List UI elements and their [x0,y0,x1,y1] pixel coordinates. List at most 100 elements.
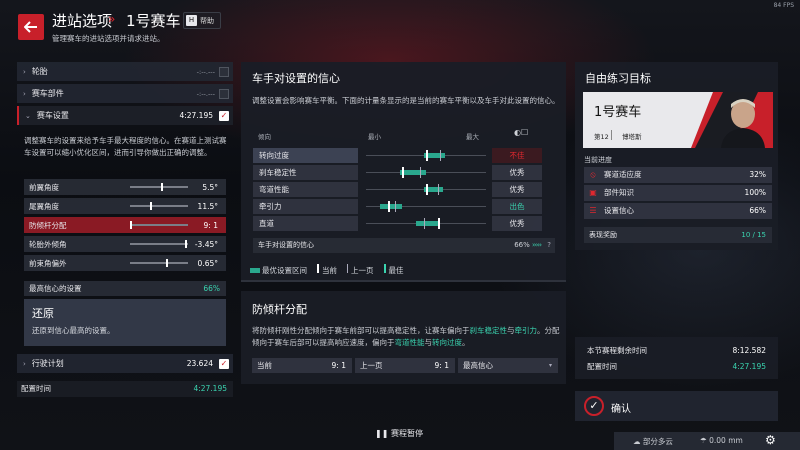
section-drive-plan[interactable]: › 行驶计划 23.624 ✓ [17,354,233,373]
setting-slider[interactable] [130,205,188,207]
gear-icon[interactable]: ⚙ [765,433,776,447]
legend-previous: 上一页 [347,264,374,276]
config-time-row: 配置时间 4:27.195 [17,381,233,397]
previous-marker [420,167,421,178]
progress-item-label: 部件知识 [604,188,634,197]
performance-reward-row: 表现奖励 10 / 15 [584,227,772,243]
setting-row[interactable]: 轮胎外倾角 -3.45° [24,236,226,252]
section-label: 赛车部件 [31,89,64,98]
setup-icon: ☰ [589,206,597,215]
progress-item-label: 设置信心 [604,206,634,215]
setting-row[interactable]: 前翼角度 5.5° [24,179,226,195]
section-tyres[interactable]: › 轮胎 -:--.--- [17,62,233,81]
cloud-icon: ☁ [633,437,643,446]
gauge-track [366,172,486,173]
track-icon: ⦸ [590,170,596,179]
balance-rating: 优秀 [492,182,542,197]
progress-item-value: 32% [749,170,766,179]
setting-row[interactable]: 尾翼角度 11.5° [24,198,226,214]
col-max: 最大 [466,133,479,141]
rain-label: 0.00 mm [709,436,743,445]
config-time-value: 4:27.195 [732,362,766,371]
balance-rating: 出色 [492,199,542,214]
driver-confidence-label: 车手对设置的信心 [258,241,314,249]
chart-legend: 最优设置区间 当前 上一页 最佳 [250,264,404,276]
progress-setup-confidence: ☰ 设置信心 66% [584,203,772,219]
current-marker [387,201,390,212]
section-time: 23.624 [186,359,213,368]
slider-thumb[interactable] [130,221,132,229]
car-name: 1号赛车 [594,105,642,120]
session-paused: ❚❚ 赛程暂停 [375,428,423,439]
balance-label: 牵引力 [253,199,358,214]
balance-rating: 不佳 [492,148,542,163]
setting-value: 0.65° [197,258,218,268]
slider-thumb[interactable] [160,183,163,191]
current-marker [426,184,428,195]
page-subtitle: 管理赛车的进站选项并请求进站。 [52,34,165,43]
help-question-icon[interactable]: ? [547,238,551,253]
checkbox[interactable] [219,88,229,99]
section-car-parts[interactable]: › 赛车部件 -:--.--- [17,84,233,103]
config-time-row-right: 配置时间 4:27.195 [584,360,772,374]
slider-thumb[interactable] [166,259,169,267]
previous-marker [394,201,396,212]
car-number: 第12 [594,133,609,141]
session-remaining-row: 本节赛程剩余时间 8:12.582 [584,344,772,358]
balance-label: 转向过度 [253,148,358,163]
setting-slider[interactable] [130,186,188,188]
fps-counter: 84 FPS [773,2,794,9]
progress-item-value: 100% [744,188,766,197]
chevron-down-icon: ⌄ [25,111,31,120]
check-icon[interactable]: ✓ [219,358,229,369]
driver-feedback-icon: ◐☐ [514,128,529,137]
previous-marker [438,184,439,195]
arb-description: 将防倾杆刚性分配倾向于赛车前部可以提高稳定性，让赛车偏向于刹车稳定性与牵引力。分… [252,326,560,347]
session-remaining-value: 8:12.582 [732,346,766,355]
config-time-label: 配置时间 [21,384,51,393]
section-label: 行驶计划 [31,359,64,368]
previous-marker-icon [347,264,348,273]
balance-gauge [366,216,486,231]
restore-description: 还原到信心最高的设置。 [32,326,115,335]
current-marker [402,167,404,178]
current-marker-icon [317,264,319,273]
section-car-setup[interactable]: ⌄ 赛车设置 4:27.195 ✓ [17,106,233,125]
section-time: -:--.--- [196,67,215,76]
setting-slider[interactable] [130,262,188,264]
restore-button[interactable]: 还原 还原到信心最高的设置。 [24,299,226,346]
driver-confidence-value: 66% ››››› [514,238,542,253]
arb-best-dropdown[interactable]: 最高信心 ▾ [458,358,558,373]
back-button[interactable] [18,14,44,40]
breadcrumb-separator: » [108,12,115,26]
slider-thumb[interactable] [184,240,187,248]
progress-parts-knowledge: ▣ 部件知识 100% [584,185,772,201]
setting-label: 尾翼角度 [29,201,59,211]
balance-label: 刹车稳定性 [253,165,358,180]
setting-slider[interactable] [130,224,188,226]
confidence-description: 调整设置会影响赛车平衡。下面的计量条显示的是当前的赛车平衡以及车手对此设置的信心… [252,96,560,105]
practice-goals-title: 自由练习目标 [585,72,651,85]
setting-label: 前翼角度 [29,182,59,192]
slider-thumb[interactable] [149,202,152,210]
divider [611,130,612,140]
confidence-arrows: ››››› [532,241,542,249]
legend-optimal: 最优设置区间 [250,265,307,276]
balance-gauge [366,148,486,163]
setting-row[interactable]: 防倾杆分配 9: 1 [24,217,226,233]
arb-current-label: 当前 [257,361,272,370]
setting-value: -3.45° [194,239,218,249]
chevron-down-icon: ▾ [548,362,552,369]
setup-description: 调整赛车的设置来给予车手最大程度的信心。在赛道上测试赛车设置可以缩小优化区间，进… [24,136,227,157]
progress-track-adaptation: ⦸ 赛道适应度 32% [584,167,772,183]
checkbox[interactable] [219,66,229,77]
balance-gauge [366,199,486,214]
check-icon[interactable]: ✓ [219,110,229,121]
setting-slider[interactable] [130,243,188,245]
previous-marker [423,218,425,229]
page-title: 进站选项 [52,12,113,30]
confirm-button[interactable] [575,391,778,421]
reward-value: 10 / 15 [741,231,766,239]
setting-row[interactable]: 前束角偏外 0.65° [24,255,226,271]
section-time: -:--.--- [196,89,215,98]
